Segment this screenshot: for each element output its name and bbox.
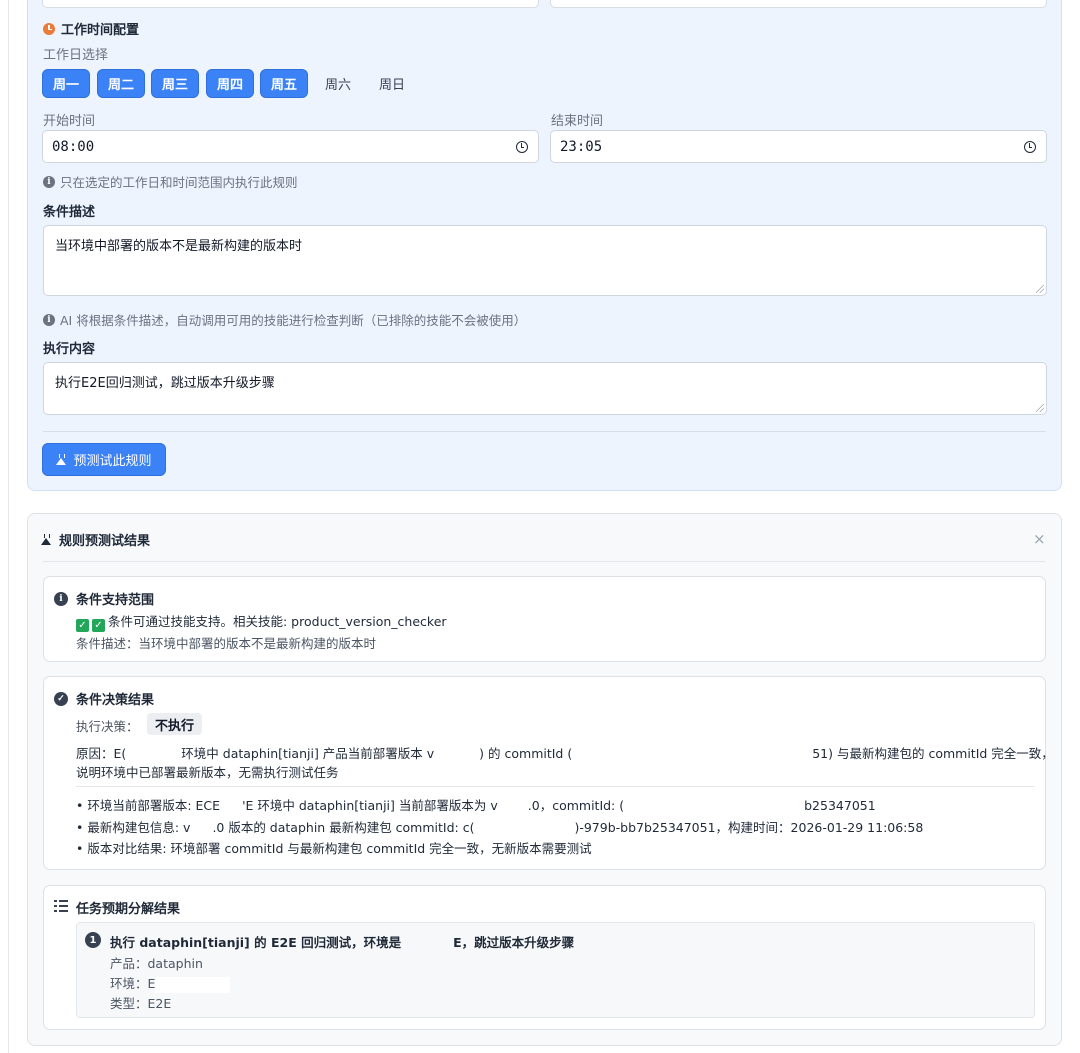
detail-2-part-b: .0 版本的 dataphin 最新构建包 commitId: c( (212, 820, 475, 835)
task-env: 环境：E (110, 973, 231, 993)
task-product: 产品：dataphin (110, 956, 203, 971)
support-line-1-text: 条件可通过技能支持。相关技能: product_version_checker (108, 614, 447, 629)
page-edge-rule (8, 0, 9, 1053)
day-toggle-mon[interactable]: 周一 (42, 69, 90, 98)
end-time-input[interactable]: 23:05 (550, 130, 1047, 163)
clock-picker-icon[interactable] (516, 141, 528, 153)
reason-part-d: 51) 与最新构建包的 commitId 完全一致， (812, 746, 1054, 761)
results-title: 规则预测试结果 (41, 530, 150, 549)
detail-bullet-1: • 环境当前部署版本: ECE 'E 环境中 dataphin[tianji] 当… (76, 795, 876, 815)
divider (76, 786, 1035, 787)
start-time-value: 08:00 (52, 138, 95, 155)
day-toggle-tue[interactable]: 周二 (97, 69, 145, 98)
support-title-text: 条件支持范围 (76, 593, 155, 608)
condition-text: 当环境中部署的版本不是最新构建的版本时 (55, 239, 303, 254)
decision-card-title: ✓ 条件决策结果 (54, 689, 154, 708)
detail-bullet-3: • 版本对比结果: 环境部署 commitId 与最新构建包 commitId … (76, 841, 592, 856)
detail-1-part-b: 'E 环境中 dataphin[tianji] 当前部署版本为 v (242, 798, 498, 813)
top-field-left[interactable] (42, 0, 539, 8)
detail-bullet-2: • 最新构建包信息: v .0 版本的 dataphin 最新构建包 commit… (76, 817, 923, 837)
start-time-input[interactable]: 08:00 (42, 130, 539, 163)
detail-1-part-d: b25347051 (804, 798, 876, 813)
action-text: 执行E2E回归测试，跳过版本升级步骤 (55, 376, 275, 391)
condition-label: 条件描述 (43, 205, 96, 220)
support-line-2: 条件描述：当环境中部署的版本不是最新构建的版本时 (76, 636, 377, 651)
tasks-card-title: 任务预期分解结果 (76, 898, 180, 917)
work-time-hint-text: 只在选定的工作日和时间范围内执行此规则 (60, 175, 298, 190)
detail-2-part-a: • 最新构建包信息: v (76, 820, 191, 835)
redaction (401, 935, 454, 952)
check-icon: ✓ (76, 619, 89, 632)
condition-textarea[interactable]: 当环境中部署的版本不是最新构建的版本时 (43, 225, 1047, 296)
pretest-button-label: 预测试此规则 (73, 454, 152, 469)
redaction (572, 746, 813, 763)
day-toggle-wed[interactable]: 周三 (151, 69, 199, 98)
redaction (434, 746, 480, 763)
redaction (624, 798, 805, 815)
check-icon: ✓ (92, 619, 105, 632)
results-divider (43, 561, 1046, 562)
work-time-hint: i 只在选定的工作日和时间范围内执行此规则 (43, 172, 298, 191)
resize-grip-icon[interactable] (1036, 404, 1044, 412)
day-toggle-fri[interactable]: 周五 (260, 69, 308, 98)
work-time-section-title: 工作时间配置 (43, 19, 139, 38)
action-textarea[interactable]: 执行E2E回归测试，跳过版本升级步骤 (43, 362, 1047, 415)
day-toggle-thu[interactable]: 周四 (206, 69, 254, 98)
reason-line-1: 原因：E( 环境中 dataphin[tianji] 产品当前部署版本 v ) 的 … (76, 743, 1054, 763)
checklist-icon (54, 900, 68, 912)
decision-badge: 不执行 (147, 713, 203, 735)
task-number-badge: 1 (85, 932, 101, 948)
redaction (155, 976, 231, 993)
pretest-rule-button[interactable]: 预测试此规则 (42, 443, 166, 476)
divider (43, 431, 1046, 432)
redaction (474, 820, 575, 837)
support-card-title: i 条件支持范围 (54, 589, 154, 608)
task-env-text: 环境：E (110, 976, 156, 991)
flask-icon (56, 454, 67, 465)
results-title-text: 规则预测试结果 (59, 534, 151, 549)
info-icon: i (43, 175, 55, 188)
reason-part-b: 环境中 dataphin[tianji] 产品当前部署版本 v (181, 746, 435, 761)
reason-part-a: 原因：E( (76, 746, 127, 761)
reason-part-c: ) 的 commitId ( (479, 746, 573, 761)
close-icon[interactable]: × (1033, 530, 1046, 548)
task-item-title: 执行 dataphin[tianji] 的 E2E 回归测试，环境是 E，跳过版本… (110, 932, 574, 952)
day-toggle-sun[interactable]: 周日 (368, 69, 416, 98)
work-time-title-text: 工作时间配置 (61, 23, 140, 38)
clock-icon (43, 22, 55, 35)
info-icon: i (43, 313, 55, 326)
redaction (190, 820, 213, 837)
top-field-right[interactable] (550, 0, 1047, 8)
flask-icon (41, 534, 51, 545)
reason-line-2: 说明环境中已部署最新版本，无需执行测试任务 (76, 765, 339, 780)
detail-1-part-a: • 环境当前部署版本: ECE (76, 798, 221, 813)
detail-2-part-c: )-979b-bb7b25347051，构建时间：2026-01-29 11:0… (574, 820, 924, 835)
redaction (220, 798, 243, 815)
task-type: 类型：E2E (110, 996, 172, 1011)
resize-grip-icon[interactable] (1036, 285, 1044, 293)
info-icon: i (54, 591, 68, 606)
start-time-label: 开始时间 (43, 114, 96, 129)
condition-hint-text: AI 将根据条件描述，自动调用可用的技能进行检查判断（已排除的技能不会被使用） (60, 313, 527, 328)
detail-1-part-c: .0，commitId: ( (527, 798, 625, 813)
decision-label: 执行决策： (76, 719, 139, 734)
clock-picker-icon[interactable] (1024, 141, 1036, 153)
support-line-1: ✓ ✓ 条件可通过技能支持。相关技能: product_version_checke… (76, 611, 447, 632)
redaction (497, 798, 528, 815)
day-toggle-sat[interactable]: 周六 (314, 69, 362, 98)
weekday-label: 工作日选择 (43, 48, 109, 63)
tasks-title-text: 任务预期分解结果 (76, 902, 181, 917)
end-time-value: 23:05 (560, 138, 603, 155)
task-title-part-a: 执行 dataphin[tianji] 的 E2E 回归测试，环境是 (110, 935, 402, 950)
decision-title-text: 条件决策结果 (76, 693, 155, 708)
redaction (126, 746, 182, 763)
task-title-part-b: E，跳过版本升级步骤 (453, 935, 575, 950)
check-circle-icon: ✓ (54, 691, 68, 706)
end-time-label: 结束时间 (551, 114, 604, 129)
condition-hint: i AI 将根据条件描述，自动调用可用的技能进行检查判断（已排除的技能不会被使用… (43, 310, 526, 329)
action-label: 执行内容 (43, 342, 96, 357)
